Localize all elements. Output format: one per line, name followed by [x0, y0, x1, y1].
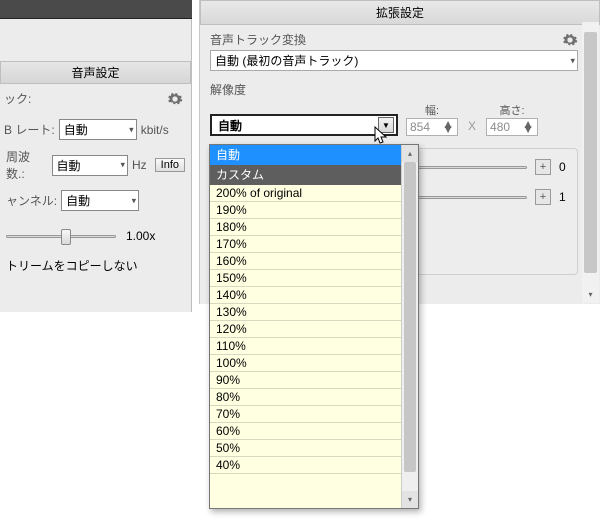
freq-unit: Hz — [132, 158, 147, 172]
dropdown-item[interactable]: 80% — [210, 389, 401, 406]
track-convert-combo[interactable]: 自動 (最初の音声トラック)▾ — [210, 50, 578, 71]
panel-scrollbar[interactable]: ▾ — [582, 22, 599, 303]
chevron-down-icon: ▾ — [570, 55, 575, 66]
slider-2-value: 1 — [559, 190, 569, 204]
channel-combo[interactable]: 自動▾ — [61, 190, 139, 211]
x-separator: X — [468, 119, 476, 136]
plus-button[interactable]: + — [535, 189, 551, 205]
dropdown-item[interactable]: 90% — [210, 372, 401, 389]
slider-1-value: 0 — [559, 160, 569, 174]
dropdown-item[interactable]: 110% — [210, 338, 401, 355]
gear-icon[interactable] — [562, 32, 578, 48]
speed-value: 1.00x — [126, 229, 155, 243]
chevron-down-icon[interactable]: ▾ — [402, 491, 418, 508]
dropdown-item[interactable]: 160% — [210, 253, 401, 270]
copy-stream-label: トリームをコピーしない — [6, 259, 138, 273]
spinner-icon[interactable]: ▲▼ — [442, 122, 454, 132]
dropdown-item[interactable]: 70% — [210, 406, 401, 423]
dropdown-item[interactable]: 200% of original — [210, 185, 401, 202]
chevron-down-icon[interactable]: ▾ — [582, 286, 599, 303]
audio-settings-title: 音声設定 — [0, 61, 191, 84]
dropdown-item[interactable]: 100% — [210, 355, 401, 372]
chevron-down-icon: ▾ — [129, 124, 134, 135]
channel-label: ャンネル: — [6, 192, 57, 209]
dropdown-item[interactable]: 60% — [210, 423, 401, 440]
freq-combo[interactable]: 自動▾ — [52, 155, 128, 176]
width-field[interactable]: 854 ▲▼ — [406, 118, 458, 136]
freq-label: 周波数.: — [6, 148, 48, 182]
track-convert-label: 音声トラック変換 — [210, 31, 306, 48]
dropdown-button[interactable]: ▼ — [378, 117, 394, 133]
track-suffix-label: ック: — [4, 90, 31, 107]
advanced-settings-title: 拡張設定 — [200, 0, 600, 25]
dropdown-item[interactable]: 自動 — [210, 145, 401, 165]
dropdown-item[interactable]: 170% — [210, 236, 401, 253]
speed-slider[interactable] — [6, 235, 116, 238]
dropdown-item[interactable]: 50% — [210, 440, 401, 457]
width-label: 幅: — [406, 102, 458, 118]
dropdown-item[interactable]: 130% — [210, 304, 401, 321]
info-button[interactable]: Info — [155, 158, 185, 172]
resolution-dropdown[interactable]: ▴ ▾ 自動カスタム200% of original190%180%170%16… — [209, 144, 419, 509]
resolution-combo[interactable]: 自動 ▼ — [210, 114, 398, 136]
spinner-icon[interactable]: ▲▼ — [522, 122, 534, 132]
gear-icon[interactable] — [167, 91, 183, 107]
dropdown-item[interactable]: 120% — [210, 321, 401, 338]
dropdown-item[interactable]: 40% — [210, 457, 401, 474]
brate-unit: kbit/s — [141, 123, 169, 137]
chevron-up-icon[interactable]: ▴ — [402, 145, 418, 162]
resolution-label: 解像度 — [200, 79, 600, 102]
height-field[interactable]: 480 ▲▼ — [486, 118, 538, 136]
plus-button[interactable]: + — [535, 159, 551, 175]
brate-combo[interactable]: 自動▾ — [59, 119, 137, 140]
dropdown-item[interactable]: カスタム — [210, 165, 401, 185]
dropdown-item[interactable]: 180% — [210, 219, 401, 236]
chevron-down-icon: ▾ — [120, 160, 125, 171]
dropdown-scrollbar[interactable]: ▴ ▾ — [401, 145, 418, 508]
brate-label: B レート: — [4, 121, 55, 138]
height-label: 高さ: — [486, 102, 538, 118]
dropdown-item[interactable]: 150% — [210, 270, 401, 287]
chevron-down-icon: ▾ — [132, 195, 137, 206]
dropdown-item[interactable]: 190% — [210, 202, 401, 219]
audio-settings-panel: 音声設定 ック: B レート: 自動▾ kbit/s 周波数.: 自動▾ Hz … — [0, 19, 192, 312]
dropdown-item[interactable]: 140% — [210, 287, 401, 304]
